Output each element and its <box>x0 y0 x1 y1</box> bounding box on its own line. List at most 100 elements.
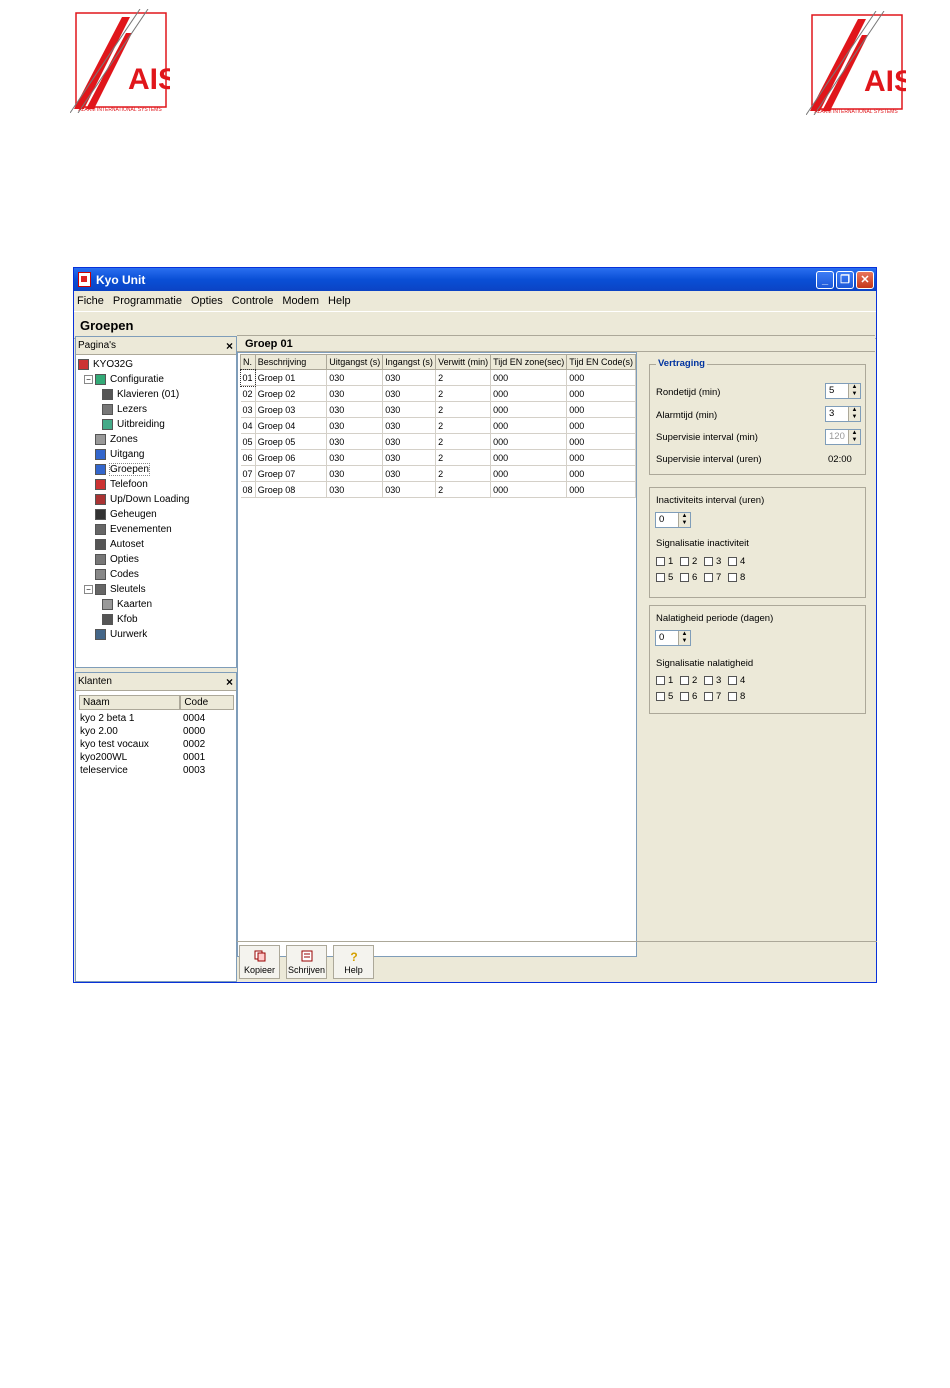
group-table-col-header[interactable]: Beschrijving <box>254 354 328 370</box>
table-row[interactable]: 04 Groep 04 030 030 2 000 000 <box>240 417 636 434</box>
kopieer-button[interactable]: Kopieer <box>239 945 280 979</box>
tree-item[interactable]: Klavieren (01) <box>78 387 236 402</box>
inactiviteit-checkbox-2[interactable]: 2 <box>680 556 704 567</box>
inactiviteit-checkbox-5[interactable]: 5 <box>656 572 680 583</box>
menu-help[interactable]: Help <box>328 295 351 307</box>
inactiviteit-checkbox-4[interactable]: 4 <box>728 556 752 567</box>
tree-expander-icon[interactable]: − <box>84 375 93 384</box>
pages-panel-close-icon[interactable]: × <box>226 339 233 353</box>
menu-modem[interactable]: Modem <box>282 295 319 307</box>
help-button[interactable]: ? Help <box>333 945 374 979</box>
inactiviteit-checkbox-3[interactable]: 3 <box>704 556 728 567</box>
nalatigheid-checkbox-7[interactable]: 7 <box>704 691 728 702</box>
table-cell[interactable]: 000 <box>490 417 568 434</box>
nalatigheid-checkbox-1[interactable]: 1 <box>656 675 680 686</box>
table-cell[interactable]: 030 <box>326 465 384 482</box>
table-cell[interactable]: 000 <box>490 433 568 450</box>
table-cell[interactable]: Groep 01 <box>255 369 328 386</box>
table-row[interactable]: 08 Groep 08 030 030 2 000 000 <box>240 481 636 498</box>
table-cell[interactable]: 2 <box>435 417 492 434</box>
table-cell[interactable]: 07 <box>240 465 256 482</box>
table-cell[interactable]: 000 <box>490 465 568 482</box>
client-row[interactable]: kyo200WL 0001 <box>80 751 236 764</box>
table-cell[interactable]: 030 <box>382 449 437 466</box>
checkbox-icon[interactable] <box>704 573 713 582</box>
table-row[interactable]: 05 Groep 05 030 030 2 000 000 <box>240 433 636 450</box>
nalatigheid-checkbox-2[interactable]: 2 <box>680 675 704 686</box>
tree-expander-icon[interactable]: − <box>84 585 93 594</box>
checkbox-icon[interactable] <box>728 573 737 582</box>
inactiviteit-checkbox-1[interactable]: 1 <box>656 556 680 567</box>
close-button[interactable]: ✕ <box>856 270 874 289</box>
tree-item[interactable]: − Configuratie <box>78 372 236 387</box>
spinner-arrows-icon[interactable]: ▲ ▼ <box>678 513 690 527</box>
table-cell[interactable]: 2 <box>435 481 492 498</box>
table-cell[interactable]: 000 <box>566 465 636 482</box>
inactiviteit-checkbox-6[interactable]: 6 <box>680 572 704 583</box>
table-cell[interactable]: Groep 08 <box>255 481 328 498</box>
table-cell[interactable]: 030 <box>326 369 384 386</box>
inactiviteit-interval-spinner[interactable]: 0 ▲ ▼ <box>655 512 691 528</box>
table-cell[interactable]: 000 <box>566 433 636 450</box>
inactiviteit-checkbox-8[interactable]: 8 <box>728 572 752 583</box>
table-cell[interactable]: 030 <box>382 385 437 402</box>
table-cell[interactable]: 030 <box>382 465 437 482</box>
restore-button[interactable]: ❐ <box>836 270 854 289</box>
group-table-col-header[interactable]: Tijd EN Code(s) <box>566 354 636 370</box>
table-cell[interactable]: Groep 05 <box>255 433 328 450</box>
table-cell[interactable]: 000 <box>566 401 636 418</box>
table-cell[interactable]: 08 <box>240 481 256 498</box>
table-cell[interactable]: 000 <box>566 369 636 386</box>
schrijven-button[interactable]: Schrijven <box>286 945 327 979</box>
menu-programmatie[interactable]: Programmatie <box>113 295 182 307</box>
checkbox-icon[interactable] <box>656 573 665 582</box>
nalatigheid-checkbox-6[interactable]: 6 <box>680 691 704 702</box>
tree-item[interactable]: Uurwerk <box>78 627 236 642</box>
spinner-arrows-icon[interactable]: ▲ ▼ <box>848 384 860 398</box>
table-cell[interactable]: 030 <box>382 433 437 450</box>
tree-item[interactable]: Geheugen <box>78 507 236 522</box>
clients-panel-close-icon[interactable]: × <box>226 675 233 689</box>
group-table-col-header[interactable]: N. <box>240 354 256 370</box>
tree-item[interactable]: Kaarten <box>78 597 236 612</box>
tree-item[interactable]: − Sleutels <box>78 582 236 597</box>
table-cell[interactable]: 030 <box>326 385 384 402</box>
checkbox-icon[interactable] <box>728 692 737 701</box>
table-cell[interactable]: 030 <box>326 417 384 434</box>
menu-controle[interactable]: Controle <box>232 295 274 307</box>
table-cell[interactable]: 000 <box>566 385 636 402</box>
inactiviteit-checkbox-7[interactable]: 7 <box>704 572 728 583</box>
checkbox-icon[interactable] <box>704 676 713 685</box>
tree-item[interactable]: Kfob <box>78 612 236 627</box>
checkbox-icon[interactable] <box>680 557 689 566</box>
table-row[interactable]: 06 Groep 06 030 030 2 000 000 <box>240 449 636 466</box>
alarmtijd-spinner[interactable]: 3 ▲ ▼ <box>825 406 861 422</box>
table-cell[interactable]: 030 <box>382 481 437 498</box>
spinner-arrows-icon[interactable]: ▲ ▼ <box>848 407 860 421</box>
tree-item[interactable]: Uitbreiding <box>78 417 236 432</box>
table-cell[interactable]: Groep 04 <box>255 417 328 434</box>
checkbox-icon[interactable] <box>656 676 665 685</box>
table-cell[interactable]: 030 <box>326 401 384 418</box>
group-table-col-header[interactable]: Ingangst (s) <box>382 354 437 370</box>
table-cell[interactable]: 2 <box>435 433 492 450</box>
table-cell[interactable]: 02 <box>240 385 256 402</box>
tree-item[interactable]: Uitgang <box>78 447 236 462</box>
table-cell[interactable]: Groep 06 <box>255 449 328 466</box>
checkbox-icon[interactable] <box>728 676 737 685</box>
table-cell[interactable]: 030 <box>382 401 437 418</box>
tree-item[interactable]: Lezers <box>78 402 236 417</box>
table-cell[interactable]: 2 <box>435 369 492 386</box>
tree-item[interactable]: Opties <box>78 552 236 567</box>
table-row[interactable]: 03 Groep 03 030 030 2 000 000 <box>240 401 636 418</box>
table-cell[interactable]: 030 <box>326 481 384 498</box>
table-cell[interactable]: 030 <box>382 417 437 434</box>
menu-fiche[interactable]: Fiche <box>77 295 104 307</box>
table-cell[interactable]: 06 <box>240 449 256 466</box>
table-row[interactable]: 07 Groep 07 030 030 2 000 000 <box>240 465 636 482</box>
table-cell[interactable]: 2 <box>435 465 492 482</box>
client-row[interactable]: kyo 2 beta 1 0004 <box>80 712 236 725</box>
nalatigheid-checkbox-3[interactable]: 3 <box>704 675 728 686</box>
tree-item[interactable]: Codes <box>78 567 236 582</box>
table-cell[interactable]: 04 <box>240 417 256 434</box>
